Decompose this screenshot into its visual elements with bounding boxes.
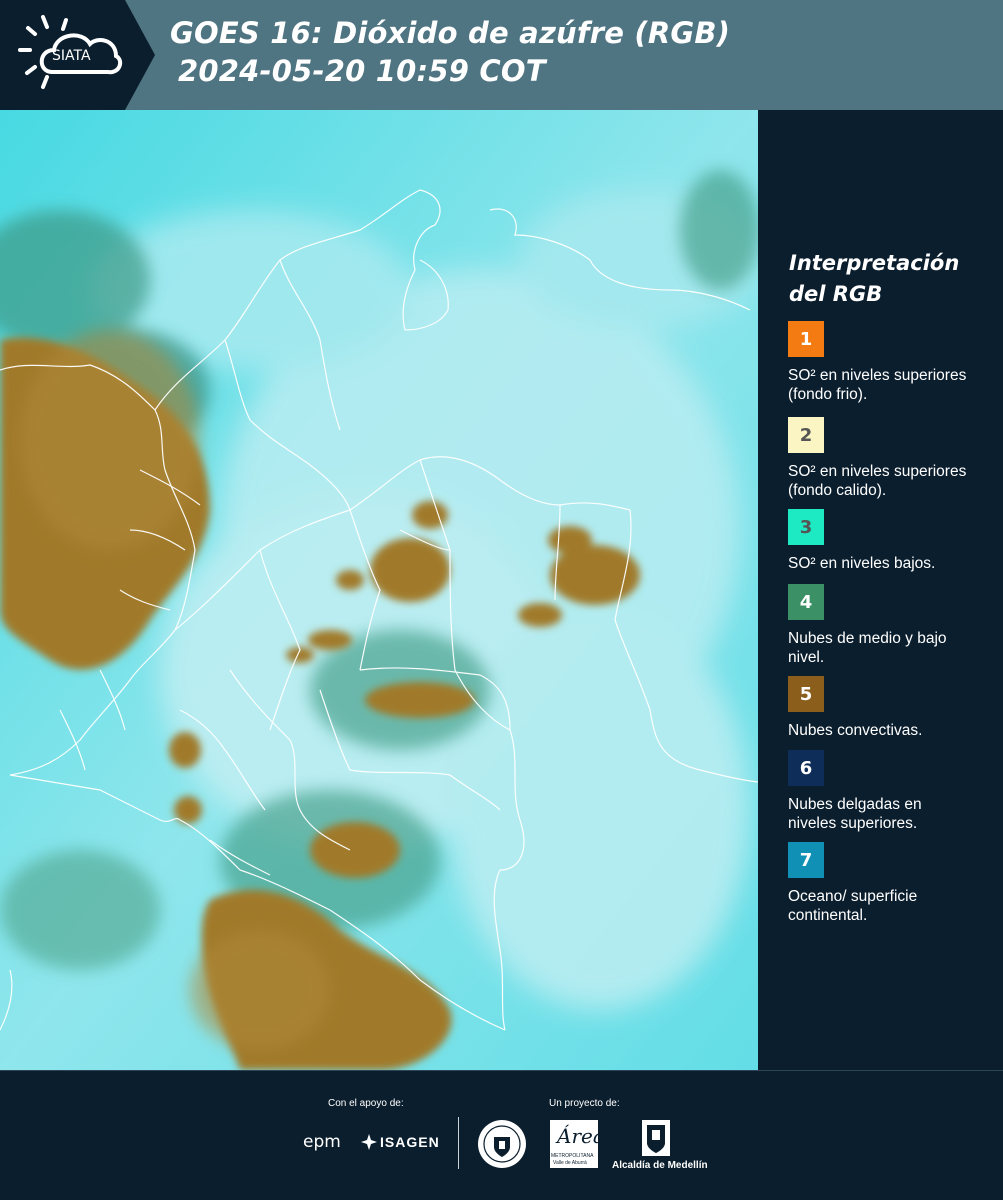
legend-swatch: 7	[788, 842, 824, 878]
legend-item-2: 2 SO² en niveles superiores (fondo calid…	[788, 417, 998, 500]
support-label: Con el apoyo de:	[328, 1098, 404, 1109]
epm-logo: epm	[303, 1132, 341, 1152]
area-logo-sub2: Valle de Aburrá	[553, 1160, 587, 1166]
satellite-image	[0, 110, 758, 1070]
legend-swatch: 6	[788, 750, 824, 786]
legend-swatch: 1	[788, 321, 824, 357]
legend-label: Nubes delgadas en niveles superiores.	[788, 796, 922, 832]
legend-swatch: 2	[788, 417, 824, 453]
alcaldia-logo: Alcaldía de Medellín	[612, 1160, 708, 1171]
legend-label: SO² en niveles superiores (fondo calido)…	[788, 463, 967, 499]
legend-item-7: 7 Oceano/ superficie continental.	[788, 842, 998, 925]
legend-swatch: 4	[788, 584, 824, 620]
area-logo-text: Área	[557, 1124, 605, 1148]
project-label: Un proyecto de:	[549, 1098, 620, 1109]
legend-label: Oceano/ superficie continental.	[788, 888, 918, 924]
legend-label: SO² en niveles bajos.	[788, 555, 936, 572]
title-product: GOES 16: Dióxido de azúfre (RGB)	[170, 16, 731, 50]
siata-logo-icon: SIATA	[0, 0, 155, 110]
area-logo-sub1: METROPOLITANA	[551, 1153, 594, 1159]
legend-item-5: 5 Nubes convectivas.	[788, 676, 998, 740]
header-bar: SIATA GOES 16: Dióxido de azúfre (RGB) 2…	[0, 0, 1003, 110]
medellin-seal-icon	[478, 1120, 526, 1168]
legend-label: SO² en niveles superiores (fondo frio).	[788, 367, 967, 403]
legend-item-6: 6 Nubes delgadas en niveles superiores.	[788, 750, 998, 833]
footer-divider	[458, 1117, 459, 1169]
legend-panel: Interpretación del RGB 1 SO² en niveles …	[762, 110, 1003, 1070]
title-datetime: 2024-05-20 10:59 COT	[178, 54, 546, 88]
siata-logo: SIATA	[0, 0, 155, 110]
svg-text:SIATA: SIATA	[52, 48, 91, 64]
legend-item-3: 3 SO² en niveles bajos.	[788, 509, 998, 573]
legend-swatch: 5	[788, 676, 824, 712]
legend-item-4: 4 Nubes de medio y bajo nivel.	[788, 584, 998, 667]
isagen-icon	[361, 1134, 377, 1150]
satellite-map[interactable]	[0, 110, 758, 1070]
legend-label: Nubes de medio y bajo nivel.	[788, 630, 947, 666]
isagen-logo: ISAGEN	[380, 1134, 440, 1150]
legend-title: Interpretación del RGB	[789, 251, 960, 306]
legend-swatch: 3	[788, 509, 824, 545]
footer-sponsors: Con el apoyo de: Un proyecto de: epm ISA…	[0, 1070, 1003, 1200]
alcaldia-crest-icon	[642, 1120, 670, 1156]
legend-item-1: 1 SO² en niveles superiores (fondo frio)…	[788, 321, 998, 404]
page-title: GOES 16: Dióxido de azúfre (RGB) 2024-05…	[170, 14, 730, 90]
legend-label: Nubes convectivas.	[788, 722, 923, 739]
